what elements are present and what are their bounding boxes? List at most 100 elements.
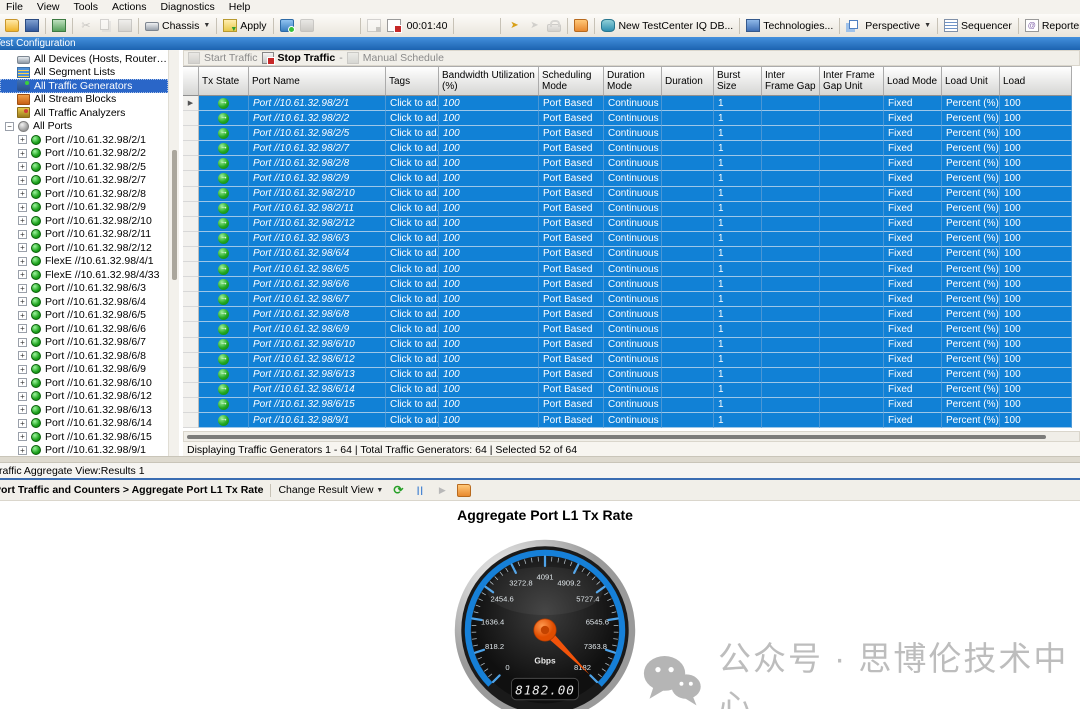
copy-button[interactable]	[96, 18, 115, 33]
cell-duration[interactable]	[662, 141, 714, 156]
cell-inter-frame-gap-unit[interactable]	[820, 126, 884, 141]
tree-item-port-10-61-32-98-2-10[interactable]: +Port //10.61.32.98/2/10	[0, 214, 168, 228]
tx-state-cell[interactable]	[199, 262, 249, 277]
cell-tags[interactable]: Click to ad...	[386, 322, 439, 337]
cell-burst-size[interactable]: 1	[714, 277, 762, 292]
table-row[interactable]: Port //10.61.32.98/6/14Click to ad...100…	[183, 383, 1080, 398]
cell-scheduling-mode[interactable]: Port Based	[539, 96, 604, 111]
table-row[interactable]: Port //10.61.32.98/6/13Click to ad...100…	[183, 368, 1080, 383]
cell-scheduling-mode[interactable]: Port Based	[539, 126, 604, 141]
tree-item-all-traffic-generators[interactable]: All Traffic Generators	[0, 79, 168, 93]
expand-icon[interactable]: +	[18, 378, 27, 387]
cell-load[interactable]: 100	[1000, 217, 1072, 232]
row-selector[interactable]: ▶	[183, 96, 199, 111]
row-selector[interactable]	[183, 292, 199, 307]
refresh-results-icon[interactable]	[391, 484, 405, 497]
column-header-load-unit[interactable]: Load Unit	[942, 66, 1000, 96]
table-row[interactable]: Port //10.61.32.98/2/10Click to ad...100…	[183, 187, 1080, 202]
cell-port-name[interactable]: Port //10.61.32.98/6/13	[249, 368, 386, 383]
cell-inter-frame-gap-unit[interactable]	[820, 217, 884, 232]
cell-scheduling-mode[interactable]: Port Based	[539, 247, 604, 262]
tree-item-port-10-61-32-98-6-9[interactable]: +Port //10.61.32.98/6/9	[0, 363, 168, 377]
expand-icon[interactable]: +	[18, 284, 27, 293]
cell-bandwidth-utilization[interactable]: 100	[439, 156, 539, 171]
cell-load-unit[interactable]: Percent (%)	[942, 217, 1000, 232]
cell-inter-frame-gap-unit[interactable]	[820, 141, 884, 156]
stop-capture-button[interactable]	[477, 18, 497, 33]
cell-burst-size[interactable]: 1	[714, 96, 762, 111]
row-selector[interactable]	[183, 232, 199, 247]
cell-load[interactable]: 100	[1000, 368, 1072, 383]
expand-icon[interactable]: +	[18, 392, 27, 401]
cell-load-unit[interactable]: Percent (%)	[942, 96, 1000, 111]
table-row[interactable]: Port //10.61.32.98/6/8Click to ad...100P…	[183, 307, 1080, 322]
cell-port-name[interactable]: Port //10.61.32.98/6/5	[249, 262, 386, 277]
cell-bandwidth-utilization[interactable]: 100	[439, 338, 539, 353]
cell-inter-frame-gap-unit[interactable]	[820, 322, 884, 337]
cell-inter-frame-gap[interactable]	[762, 126, 820, 141]
tx-state-cell[interactable]	[199, 322, 249, 337]
cell-duration[interactable]	[662, 292, 714, 307]
cell-duration-mode[interactable]: Continuous	[604, 292, 662, 307]
cell-scheduling-mode[interactable]: Port Based	[539, 413, 604, 428]
cell-scheduling-mode[interactable]: Port Based	[539, 277, 604, 292]
save-button[interactable]	[22, 18, 42, 33]
cell-bandwidth-utilization[interactable]: 100	[439, 96, 539, 111]
stop-traffic-button[interactable]: Stop Traffic	[278, 52, 336, 64]
cell-load-unit[interactable]: Percent (%)	[942, 353, 1000, 368]
technologies-button[interactable]: Technologies...	[743, 18, 836, 33]
row-selector[interactable]	[183, 187, 199, 202]
cell-load-unit[interactable]: Percent (%)	[942, 187, 1000, 202]
cell-tags[interactable]: Click to ad...	[386, 307, 439, 322]
cell-burst-size[interactable]: 1	[714, 247, 762, 262]
tx-state-cell[interactable]	[199, 277, 249, 292]
cell-scheduling-mode[interactable]: Port Based	[539, 398, 604, 413]
cell-load-mode[interactable]: Fixed	[884, 187, 942, 202]
menu-item-help[interactable]: Help	[223, 0, 259, 14]
cell-bandwidth-utilization[interactable]: 100	[439, 383, 539, 398]
cell-inter-frame-gap-unit[interactable]	[820, 368, 884, 383]
cell-burst-size[interactable]: 1	[714, 232, 762, 247]
cell-duration-mode[interactable]: Continuous	[604, 156, 662, 171]
menu-item-diagnostics[interactable]: Diagnostics	[154, 0, 222, 14]
cell-inter-frame-gap[interactable]	[762, 262, 820, 277]
cell-load[interactable]: 100	[1000, 96, 1072, 111]
cell-load-unit[interactable]: Percent (%)	[942, 171, 1000, 186]
row-selector[interactable]	[183, 383, 199, 398]
cell-load-unit[interactable]: Percent (%)	[942, 292, 1000, 307]
cell-load-mode[interactable]: Fixed	[884, 277, 942, 292]
cell-port-name[interactable]: Port //10.61.32.98/2/7	[249, 141, 386, 156]
cell-tags[interactable]: Click to ad...	[386, 247, 439, 262]
table-row[interactable]: Port //10.61.32.98/2/2Click to ad...100P…	[183, 111, 1080, 126]
cell-duration-mode[interactable]: Continuous	[604, 277, 662, 292]
cell-duration-mode[interactable]: Continuous	[604, 307, 662, 322]
tree-item-all-traffic-analyzers[interactable]: All Traffic Analyzers	[0, 106, 168, 120]
cell-port-name[interactable]: Port //10.61.32.98/6/10	[249, 338, 386, 353]
tx-state-cell[interactable]	[199, 187, 249, 202]
tree-item-port-10-61-32-98-2-8[interactable]: +Port //10.61.32.98/2/8	[0, 187, 168, 201]
cell-burst-size[interactable]: 1	[714, 338, 762, 353]
cell-duration[interactable]	[662, 232, 714, 247]
cell-tags[interactable]: Click to ad...	[386, 383, 439, 398]
column-header-tags[interactable]: Tags	[386, 66, 439, 96]
cell-scheduling-mode[interactable]: Port Based	[539, 156, 604, 171]
column-header-bandwidth-utilization[interactable]: Bandwidth Utilization (%)	[439, 66, 539, 96]
expand-icon[interactable]: +	[18, 189, 27, 198]
row-selector[interactable]	[183, 353, 199, 368]
cell-load-mode[interactable]: Fixed	[884, 232, 942, 247]
cell-duration-mode[interactable]: Continuous	[604, 247, 662, 262]
cell-inter-frame-gap[interactable]	[762, 96, 820, 111]
save-results-button[interactable]	[49, 18, 69, 33]
expand-icon[interactable]: +	[18, 176, 27, 185]
cell-tags[interactable]: Click to ad...	[386, 398, 439, 413]
cell-load-unit[interactable]: Percent (%)	[942, 126, 1000, 141]
cell-port-name[interactable]: Port //10.61.32.98/6/7	[249, 292, 386, 307]
cell-inter-frame-gap[interactable]	[762, 187, 820, 202]
start-traffic-button[interactable]	[364, 18, 384, 33]
table-row[interactable]: ▶Port //10.61.32.98/2/1Click to ad...100…	[183, 96, 1080, 111]
link-up-button[interactable]	[317, 18, 337, 33]
cell-duration[interactable]	[662, 96, 714, 111]
cell-duration-mode[interactable]: Continuous	[604, 353, 662, 368]
cell-inter-frame-gap[interactable]	[762, 292, 820, 307]
tx-state-cell[interactable]	[199, 292, 249, 307]
